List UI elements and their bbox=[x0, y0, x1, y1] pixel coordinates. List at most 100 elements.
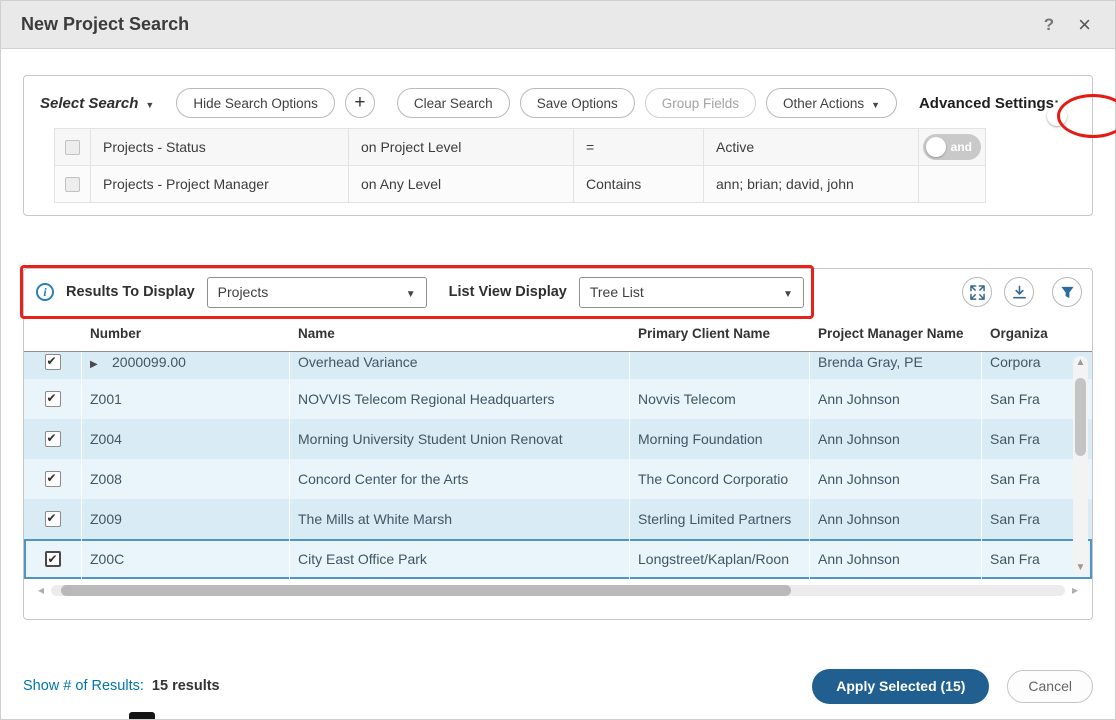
cell-number: Z009 bbox=[82, 499, 290, 539]
scroll-right-icon[interactable]: ▸ bbox=[1068, 583, 1082, 597]
other-actions-label: Other Actions bbox=[783, 96, 864, 111]
results-to-display-select[interactable]: Projects bbox=[207, 277, 427, 308]
advanced-settings-group: Advanced Settings: bbox=[919, 95, 1078, 112]
row-checkbox[interactable] bbox=[45, 471, 61, 487]
criteria-field[interactable]: Projects - Status bbox=[91, 129, 349, 165]
filter-button[interactable] bbox=[1052, 277, 1082, 307]
results-table-body: 2000099.00 Overhead Variance Brenda Gray… bbox=[24, 352, 1092, 579]
cell-name: Morning University Student Union Renovat bbox=[290, 419, 630, 459]
column-header-manager[interactable]: Project Manager Name bbox=[810, 326, 982, 341]
dialog-footer: Show # of Results: 15 results Apply Sele… bbox=[1, 653, 1115, 719]
scroll-left-icon[interactable]: ◂ bbox=[34, 583, 48, 597]
criteria-checkbox[interactable] bbox=[65, 140, 80, 155]
add-search-row-button[interactable]: + bbox=[345, 88, 375, 118]
row-checkbox[interactable] bbox=[45, 511, 61, 527]
cell-manager: Ann Johnson bbox=[810, 499, 982, 539]
select-search-dropdown[interactable]: Select Search bbox=[40, 95, 154, 112]
save-options-button[interactable]: Save Options bbox=[520, 88, 635, 118]
results-count: 15 results bbox=[152, 678, 220, 694]
and-or-toggle[interactable]: and bbox=[923, 134, 981, 160]
vertical-scrollbar[interactable]: ▲ ▼ bbox=[1073, 356, 1088, 575]
cell-name: Concord Center for the Arts bbox=[290, 459, 630, 499]
other-actions-button[interactable]: Other Actions bbox=[766, 88, 897, 118]
list-view-display-label: List View Display bbox=[449, 284, 567, 300]
horizontal-scroll-track[interactable] bbox=[51, 585, 1065, 596]
chevron-down-icon bbox=[406, 284, 416, 300]
criteria-operator[interactable]: Contains bbox=[574, 166, 704, 202]
criteria-field[interactable]: Projects - Project Manager bbox=[91, 166, 349, 202]
dialog-titlebar: New Project Search ? × bbox=[1, 1, 1115, 49]
screen-artifact bbox=[129, 712, 155, 719]
expand-results-button[interactable] bbox=[962, 277, 992, 307]
cell-name: NOVVIS Telecom Regional Headquarters bbox=[290, 379, 630, 419]
criteria-checkbox[interactable] bbox=[65, 177, 80, 192]
cell-number: 2000099.00 bbox=[82, 352, 290, 379]
table-row[interactable]: 2000099.00 Overhead Variance Brenda Gray… bbox=[24, 352, 1092, 379]
cell-client: Sterling Limited Partners bbox=[630, 499, 810, 539]
row-checkbox-cell bbox=[24, 459, 82, 499]
list-view-display-select[interactable]: Tree List bbox=[579, 277, 804, 308]
scroll-up-icon[interactable]: ▲ bbox=[1076, 356, 1086, 370]
help-icon[interactable]: ? bbox=[1040, 15, 1058, 35]
funnel-icon bbox=[1060, 285, 1075, 300]
vertical-scroll-thumb[interactable] bbox=[1075, 378, 1086, 456]
column-header-number[interactable]: Number bbox=[82, 326, 290, 341]
search-criteria-table: Projects - Status on Project Level = Act… bbox=[54, 128, 986, 203]
results-panel: i Results To Display Projects List View … bbox=[23, 268, 1093, 620]
column-header-organization[interactable]: Organiza bbox=[982, 326, 1092, 341]
toggle-knob bbox=[1047, 106, 1067, 126]
table-row[interactable]: Z009 The Mills at White Marsh Sterling L… bbox=[24, 499, 1092, 539]
clear-search-button[interactable]: Clear Search bbox=[397, 88, 510, 118]
cell-client: Novvis Telecom bbox=[630, 379, 810, 419]
download-icon bbox=[1012, 285, 1027, 300]
results-controls-row: i Results To Display Projects List View … bbox=[24, 269, 1092, 315]
cell-manager: Ann Johnson bbox=[810, 379, 982, 419]
chevron-down-icon bbox=[145, 95, 154, 112]
criteria-operator[interactable]: = bbox=[574, 129, 704, 165]
column-header-client[interactable]: Primary Client Name bbox=[630, 326, 810, 341]
criteria-value[interactable]: Active bbox=[704, 129, 919, 165]
column-header-name[interactable]: Name bbox=[290, 326, 630, 341]
hide-search-options-button[interactable]: Hide Search Options bbox=[176, 88, 335, 118]
page-title: New Project Search bbox=[21, 14, 189, 35]
cell-client: The Concord Corporatio bbox=[630, 459, 810, 499]
cell-name: City East Office Park bbox=[290, 539, 630, 579]
group-fields-button: Group Fields bbox=[645, 88, 756, 118]
cell-number: Z008 bbox=[82, 459, 290, 499]
criteria-level[interactable]: on Any Level bbox=[349, 166, 574, 202]
search-toolbar: Select Search Hide Search Options + Clea… bbox=[36, 86, 1080, 128]
vertical-scroll-track[interactable] bbox=[1073, 370, 1088, 561]
triangle-right-icon[interactable] bbox=[90, 354, 112, 370]
advanced-settings-label: Advanced Settings: bbox=[919, 95, 1059, 112]
cell-name: The Mills at White Marsh bbox=[290, 499, 630, 539]
criteria-conjunction-cell: and bbox=[919, 129, 985, 165]
show-results-link[interactable]: Show # of Results: bbox=[23, 678, 144, 694]
close-icon[interactable]: × bbox=[1074, 14, 1095, 36]
criteria-conjunction-cell bbox=[919, 166, 985, 202]
horizontal-scrollbar[interactable]: ◂ ▸ bbox=[28, 581, 1088, 599]
criteria-value[interactable]: ann; brian; david, john bbox=[704, 166, 919, 202]
row-checkbox-cell bbox=[24, 379, 82, 419]
cell-client bbox=[630, 352, 810, 379]
apply-selected-button[interactable]: Apply Selected (15) bbox=[812, 669, 989, 704]
cell-manager: Ann Johnson bbox=[810, 419, 982, 459]
row-checkbox[interactable] bbox=[45, 354, 61, 370]
chevron-down-icon bbox=[783, 284, 793, 300]
and-label: and bbox=[951, 140, 972, 154]
scroll-down-icon[interactable]: ▼ bbox=[1076, 561, 1086, 575]
criteria-level[interactable]: on Project Level bbox=[349, 129, 574, 165]
table-row[interactable]: Z008 Concord Center for the Arts The Con… bbox=[24, 459, 1092, 499]
export-button[interactable] bbox=[1004, 277, 1034, 307]
horizontal-scroll-thumb[interactable] bbox=[61, 585, 791, 596]
table-row[interactable]: Z004 Morning University Student Union Re… bbox=[24, 419, 1092, 459]
row-checkbox[interactable] bbox=[45, 431, 61, 447]
criteria-checkbox-cell bbox=[55, 129, 91, 165]
row-checkbox[interactable] bbox=[45, 551, 61, 567]
table-row[interactable]: Z001 NOVVIS Telecom Regional Headquarter… bbox=[24, 379, 1092, 419]
info-icon[interactable]: i bbox=[36, 283, 54, 301]
list-view-display-value: Tree List bbox=[590, 284, 644, 300]
row-checkbox[interactable] bbox=[45, 391, 61, 407]
cancel-button[interactable]: Cancel bbox=[1007, 670, 1093, 703]
table-row-selected[interactable]: Z00C City East Office Park Longstreet/Ka… bbox=[24, 539, 1092, 579]
cell-client: Longstreet/Kaplan/Roon bbox=[630, 539, 810, 579]
